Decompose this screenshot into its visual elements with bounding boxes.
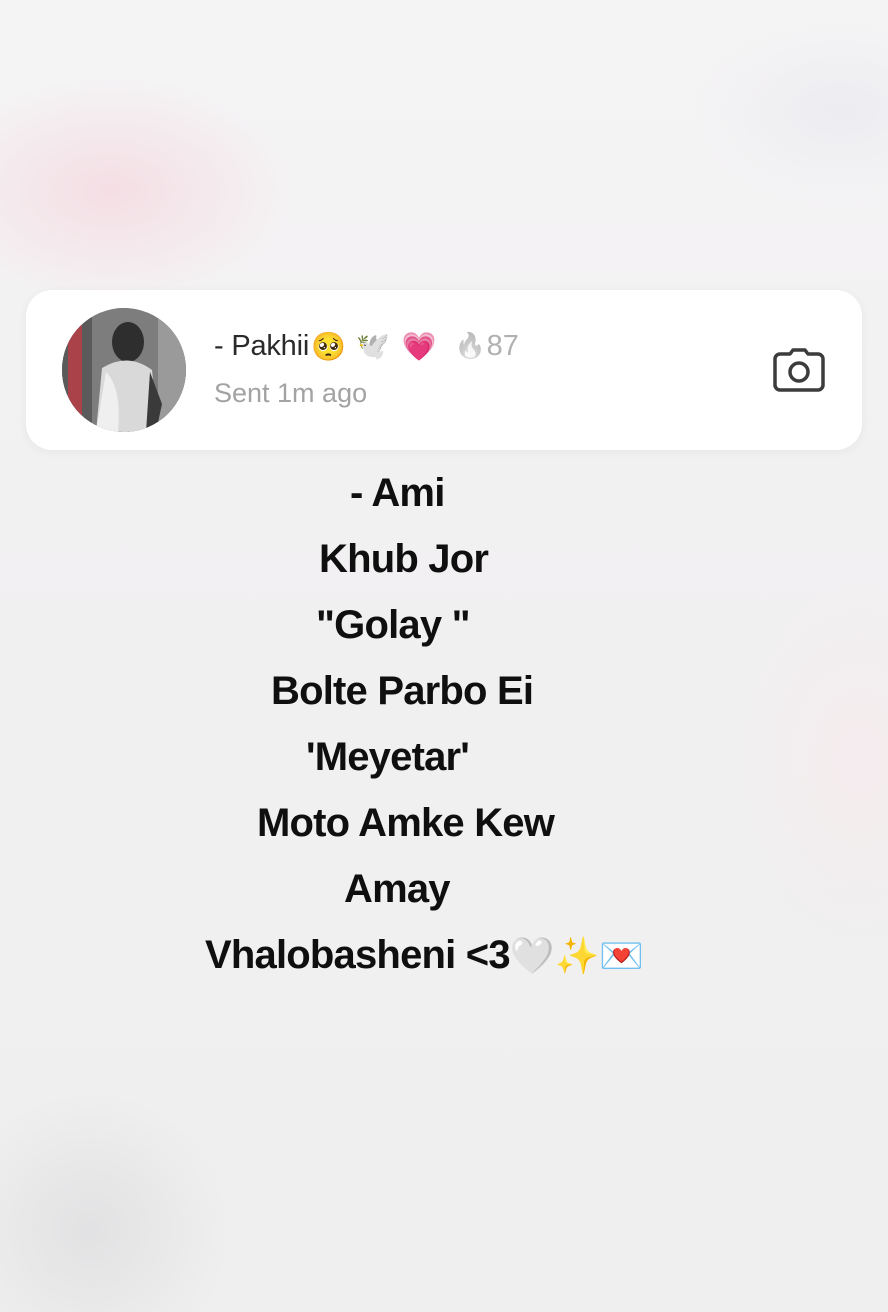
camera-reply-button[interactable]	[772, 345, 826, 395]
message-line-6: Moto Amke Kew	[257, 801, 555, 845]
pink-heart-emoji-icon: 💗	[401, 330, 437, 362]
message-line-8: Vhalobasheni <3🤍✨💌	[205, 930, 644, 981]
heart-sparkles-envelope-emoji-icon: 🤍✨💌	[509, 935, 645, 976]
sender-name: - Pakhii	[214, 329, 310, 362]
sender-avatar[interactable]	[62, 308, 186, 432]
dove-emoji-icon: 🕊️	[355, 331, 390, 361]
message-line-8-text: Vhalobasheni <3	[205, 933, 511, 977]
sent-timestamp: Sent 1m ago	[214, 378, 368, 408]
message-notification-card[interactable]: - Pakhii 🥺 🕊️ 💗 🔥 87 Sent 1m ago	[26, 290, 862, 450]
pleading-face-emoji-icon: 🥺	[311, 330, 346, 362]
message-line-2: Khub Jor	[319, 537, 489, 581]
message-line-4: Bolte Parbo Ei	[271, 669, 534, 713]
streak-badge: 🔥 87	[454, 330, 518, 363]
camera-icon	[773, 348, 825, 392]
message-text: - Ami Khub Jor "Golay " Bolte Parbo Ei '…	[0, 468, 888, 988]
streak-count: 87	[486, 329, 519, 362]
message-line-5: 'Meyetar'	[306, 735, 470, 779]
flame-icon: 🔥	[454, 331, 486, 360]
sender-line: - Pakhii 🥺 🕊️ 💗 🔥 87	[214, 326, 519, 366]
message-line-3: "Golay "	[316, 603, 471, 647]
message-line-1: - Ami	[350, 471, 445, 515]
message-line-7: Amay	[344, 867, 451, 911]
